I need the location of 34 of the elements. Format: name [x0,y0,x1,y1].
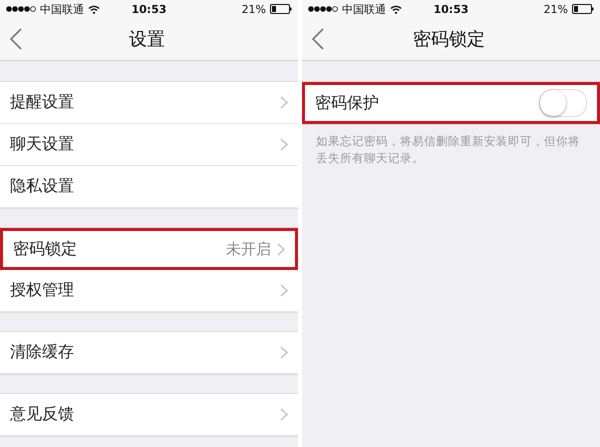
settings-row[interactable]: 聊天设置 [0,124,298,166]
settings-row[interactable]: 提醒设置 [0,82,298,124]
row-label: 清除缓存 [10,342,75,363]
settings-row[interactable]: 隐私设置 [0,166,298,208]
signal-icon [308,6,338,12]
row-label: 密码锁定 [13,238,78,260]
signal-icon [6,6,36,12]
wifi-icon [88,4,100,14]
note-text: 如果忘记密码，将易信删除重新安装即可，但你将丢失所有聊天记录。 [316,133,581,168]
back-icon[interactable] [10,28,22,50]
settings-row[interactable]: 清除缓存 [0,332,298,374]
status-time: 10:53 [132,2,167,16]
status-time: 10:53 [434,2,469,16]
settings-row[interactable]: 意见反馈 [0,394,298,436]
battery-icon [270,4,292,14]
row-label: 意见反馈 [10,404,75,425]
battery-percent: 21% [544,2,568,16]
toggle-switch[interactable] [539,89,587,117]
row-label: 隐私设置 [10,176,75,197]
battery-icon [572,4,594,14]
screen-title: 设置 [128,28,166,51]
row-label: 提醒设置 [10,92,75,113]
row-value: 未开启 [226,240,271,258]
settings-row[interactable]: 密码锁定 未开启 [0,228,298,270]
wifi-icon [390,4,402,14]
row-label: 聊天设置 [10,134,75,155]
battery-percent: 21% [242,2,266,16]
carrier-name: 中国联通 [40,2,84,16]
back-icon[interactable] [312,28,324,50]
carrier-name: 中国联通 [342,2,386,16]
screen-title: 密码锁定 [412,28,486,51]
row-label: 密码保护 [315,92,380,114]
row-label: 授权管理 [10,280,75,301]
settings-row[interactable]: 授权管理 [0,270,298,312]
